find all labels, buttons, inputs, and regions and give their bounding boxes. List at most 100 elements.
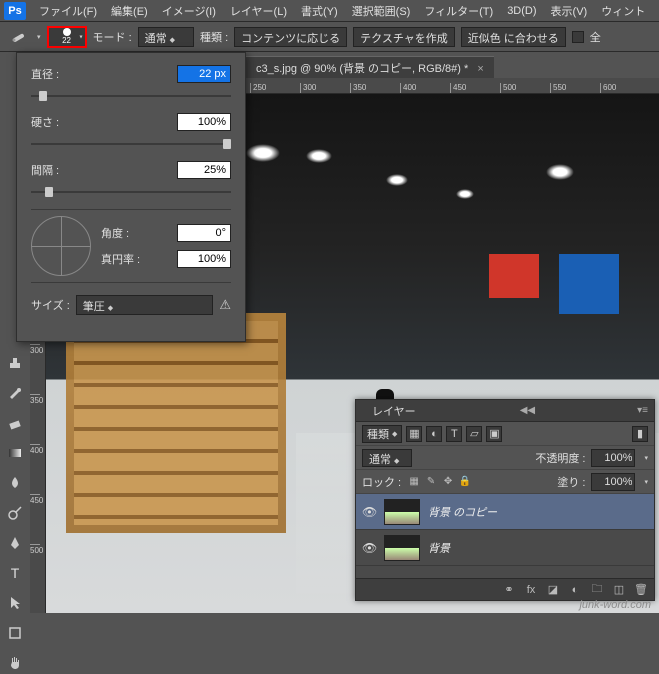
menu-type[interactable]: 書式(Y): [294, 0, 345, 22]
menu-window[interactable]: ウィント: [594, 0, 652, 22]
tool-hand-icon[interactable]: [4, 652, 26, 674]
brush-dot-icon: [63, 28, 71, 36]
ruler-tick: 350: [350, 83, 366, 93]
menu-filter[interactable]: フィルター(T): [417, 0, 500, 22]
opacity-chevron-icon[interactable]: ▾: [644, 454, 648, 462]
filter-type-icon[interactable]: T: [446, 426, 462, 442]
fill-chevron-icon[interactable]: ▾: [644, 478, 648, 486]
layer-fx-icon[interactable]: fx: [524, 584, 538, 596]
layers-tab[interactable]: レイヤー: [364, 400, 424, 422]
link-layers-icon[interactable]: ⚭: [502, 583, 516, 596]
lock-all-icon[interactable]: 🔒: [458, 475, 472, 489]
document-tab[interactable]: c3_s.jpg @ 90% (背景 のコピー, RGB/8#) * ×: [246, 56, 494, 78]
filter-kind-label: 種類: [367, 426, 389, 442]
lock-pos-icon[interactable]: ✥: [441, 475, 455, 489]
layer-name[interactable]: 背景: [428, 540, 450, 556]
tool-type-icon[interactable]: T: [4, 562, 26, 584]
menu-image[interactable]: イメージ(I): [155, 0, 223, 22]
brush-preset-picker[interactable]: 22 ▾: [47, 26, 87, 48]
delete-layer-icon[interactable]: 🗑: [634, 583, 648, 596]
layer-blend-value: 通常: [369, 454, 391, 466]
menu-view[interactable]: 表示(V): [544, 0, 595, 22]
tool-eraser-icon[interactable]: [4, 412, 26, 434]
filter-adjust-icon[interactable]: ◐: [426, 426, 442, 442]
roundness-label: 真円率 :: [101, 251, 140, 267]
adjustment-layer-icon[interactable]: ◐: [568, 584, 582, 596]
diameter-label: 直径 :: [31, 66, 59, 82]
lock-paint-icon[interactable]: ✎: [424, 475, 438, 489]
document-title: c3_s.jpg @ 90% (背景 のコピー, RGB/8#) *: [256, 63, 468, 75]
roundness-input[interactable]: [177, 250, 231, 268]
visibility-eye-icon[interactable]: 👁: [362, 541, 376, 555]
btn-content-aware[interactable]: コンテンツに応じる: [234, 27, 347, 47]
hardness-label: 硬さ :: [31, 114, 59, 130]
btn-create-texture[interactable]: テクスチャを作成: [353, 27, 455, 47]
diameter-slider[interactable]: [31, 89, 231, 103]
tool-preset-chevron-icon[interactable]: ▾: [37, 33, 41, 41]
ruler-tick: 450: [450, 83, 466, 93]
menu-file[interactable]: ファイル(F): [32, 0, 104, 22]
size-control-select[interactable]: 筆圧◆: [76, 295, 214, 315]
tool-path-select-icon[interactable]: [4, 592, 26, 614]
lock-trans-icon[interactable]: ▦: [407, 475, 421, 489]
tool-dodge-icon[interactable]: [4, 502, 26, 524]
layer-blend-select[interactable]: 通常◆: [362, 449, 412, 467]
spacing-slider[interactable]: [31, 185, 231, 199]
filter-toggle-icon[interactable]: ▮: [632, 426, 648, 442]
diameter-input[interactable]: [177, 65, 231, 83]
group-icon[interactable]: 🗀: [590, 580, 604, 599]
angle-roundness-widget[interactable]: [31, 216, 91, 276]
tool-healing-brush-icon[interactable]: [8, 27, 28, 47]
hardness-input[interactable]: [177, 113, 231, 131]
brush-preset-size: 22: [62, 36, 71, 45]
spacing-input[interactable]: [177, 161, 231, 179]
fill-input[interactable]: [591, 473, 635, 491]
ruler-tick: 600: [600, 83, 616, 93]
lock-label: ロック :: [362, 474, 401, 490]
tool-history-brush-icon[interactable]: [4, 382, 26, 404]
tool-clone-stamp-icon[interactable]: [4, 352, 26, 374]
tool-pen-icon[interactable]: [4, 532, 26, 554]
ruler-tick: 300: [30, 344, 40, 355]
menu-3d[interactable]: 3D(D): [500, 2, 543, 20]
layer-item[interactable]: 👁 背景: [356, 530, 654, 566]
layer-name[interactable]: 背景 のコピー: [428, 504, 497, 520]
layer-thumbnail[interactable]: [384, 535, 420, 561]
filter-kind-select[interactable]: 種類◆: [362, 425, 402, 443]
layer-thumbnail[interactable]: [384, 499, 420, 525]
filter-shape-icon[interactable]: ▱: [466, 426, 482, 442]
panel-menu-icon[interactable]: ▾≡: [631, 405, 654, 416]
sample-all-checkbox[interactable]: [572, 31, 584, 43]
menu-select[interactable]: 選択範囲(S): [345, 0, 418, 22]
tool-blur-icon[interactable]: [4, 472, 26, 494]
tool-shape-icon[interactable]: [4, 622, 26, 644]
filter-smart-icon[interactable]: ▣: [486, 426, 502, 442]
btn-proximity-match[interactable]: 近似色 に合わせる: [461, 27, 566, 47]
layers-panel: レイヤー ◀◀ ▾≡ 種類◆ ▦ ◐ T ▱ ▣ ▮ 通常◆ 不透明度 : ▾ …: [355, 399, 655, 601]
menu-layer[interactable]: レイヤー(L): [223, 0, 294, 22]
hardness-slider[interactable]: [31, 137, 231, 151]
menu-edit[interactable]: 編集(E): [104, 0, 155, 22]
angle-input[interactable]: [177, 224, 231, 242]
ruler-tick: 250: [250, 83, 266, 93]
close-tab-icon[interactable]: ×: [477, 63, 483, 75]
panel-collapse-icon[interactable]: ◀◀: [514, 405, 541, 416]
mode-label: モード :: [93, 29, 132, 45]
layer-mask-icon[interactable]: ◪: [546, 583, 560, 596]
tool-gradient-icon[interactable]: [4, 442, 26, 464]
spacing-label: 間隔 :: [31, 162, 59, 178]
warning-icon: ⚠: [219, 297, 231, 313]
new-layer-icon[interactable]: ◫: [612, 583, 626, 596]
opacity-input[interactable]: [591, 449, 635, 467]
filter-pixel-icon[interactable]: ▦: [406, 426, 422, 442]
visibility-eye-icon[interactable]: 👁: [362, 505, 376, 519]
type-label: 種類 :: [200, 29, 228, 45]
ruler-tick: 400: [400, 83, 416, 93]
layer-item[interactable]: 👁 背景 のコピー: [356, 494, 654, 530]
ps-logo: Ps: [4, 2, 26, 20]
ruler-tick: 500: [30, 544, 40, 555]
options-bar: ▾ 22 ▾ モード : 通常◆ 種類 : コンテンツに応じる テクスチャを作成…: [0, 22, 659, 52]
blend-mode-select[interactable]: 通常◆: [138, 27, 194, 47]
size-control-value: 筆圧: [83, 301, 105, 313]
layer-list: 👁 背景 のコピー 👁 背景: [356, 494, 654, 578]
